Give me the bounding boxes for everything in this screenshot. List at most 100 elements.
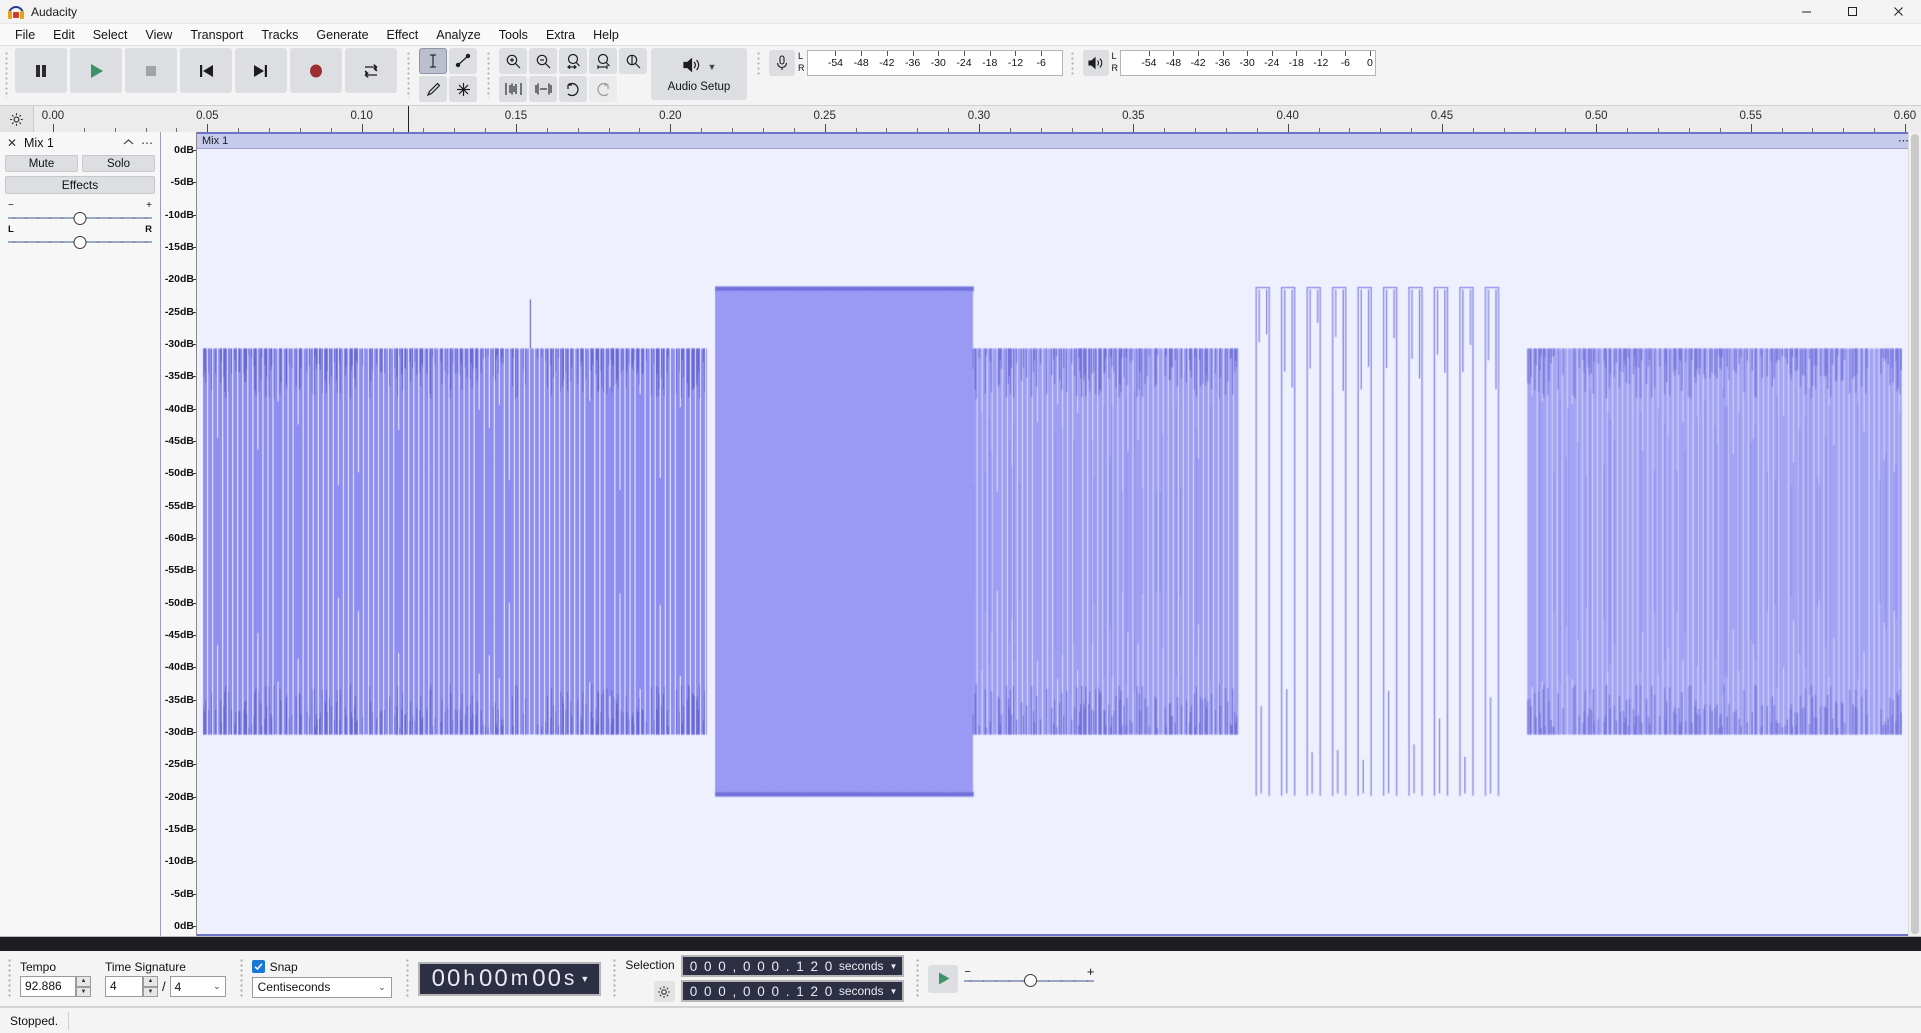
ts-numerator-stepper[interactable]: ▲ ▼	[143, 976, 158, 997]
menu-transport[interactable]: Transport	[181, 25, 252, 45]
ts-numerator-input[interactable]: 4	[105, 976, 143, 997]
tempo-stepper[interactable]: ▲ ▼	[76, 976, 91, 997]
undo-button[interactable]	[559, 76, 587, 102]
playhead-marker[interactable]	[407, 106, 409, 132]
loop-button[interactable]	[345, 48, 397, 93]
recording-meter-grip[interactable]	[755, 50, 765, 76]
playback-meter-scale: -54 -48 -42 -36 -30 -24 -18 -12 -6 0	[1120, 50, 1376, 76]
selection-options-gear-icon[interactable]	[653, 981, 675, 1002]
snap-unit-select[interactable]: Centiseconds ⌄	[251, 976, 392, 998]
track-area: ✕ Mix 1 ⋯ Mute Solo Effects − + L R 0dB …	[0, 132, 1921, 937]
play-at-speed-button[interactable]	[928, 964, 959, 993]
tools-toolbar-grip[interactable]	[405, 50, 415, 98]
tempo-input[interactable]: 92.886	[20, 976, 76, 997]
zoom-in-button[interactable]	[499, 48, 527, 74]
chevron-down-icon[interactable]: ▼	[890, 962, 898, 971]
vertical-db-ruler[interactable]: 0dB -5dB -10dB -15dB -20dB -25dB -30dB -35dB -40…	[161, 132, 197, 936]
chevron-down-icon[interactable]: ▼	[580, 974, 589, 984]
menu-generate[interactable]: Generate	[307, 25, 377, 45]
stop-button[interactable]	[125, 48, 177, 93]
db-ruler-label: -50dB	[164, 467, 194, 480]
pan-slider[interactable]: L R	[8, 225, 152, 249]
draw-tool[interactable]	[419, 76, 447, 102]
fit-selection-button[interactable]	[559, 48, 587, 74]
skip-to-end-button[interactable]	[235, 48, 287, 93]
menu-tools[interactable]: Tools	[490, 25, 537, 45]
play-at-speed-grip[interactable]	[914, 958, 925, 999]
gain-slider-knob[interactable]	[73, 212, 87, 225]
snap-unit-value: Centiseconds	[257, 980, 331, 994]
close-button[interactable]	[1875, 0, 1921, 24]
playback-meter-grip[interactable]	[1068, 50, 1079, 76]
tools-toolbar	[419, 48, 477, 102]
vertical-scrollbar[interactable]	[1908, 132, 1921, 936]
effects-button[interactable]: Effects	[5, 176, 155, 194]
playback-speed-slider[interactable]: − +	[964, 964, 1095, 990]
track-menu-dots-icon[interactable]: ⋯	[141, 136, 154, 150]
trim-audio-button[interactable]	[499, 76, 527, 102]
pause-button[interactable]	[15, 48, 67, 93]
timeline-ruler[interactable]: 0.00 0.05 0.10 0.15 0.20 0.25 0.30 0.35 0.40 0.45…	[34, 106, 1921, 132]
snap-checkbox[interactable]	[251, 960, 265, 973]
menu-edit[interactable]: Edit	[44, 25, 84, 45]
meter-tick-label: -12	[1313, 57, 1329, 69]
chevron-down-icon[interactable]: ▼	[890, 987, 898, 996]
silence-audio-button[interactable]	[529, 76, 557, 102]
skip-to-start-button[interactable]	[180, 48, 232, 93]
fit-project-button[interactable]	[589, 48, 617, 74]
edit-toolbar-grip[interactable]	[485, 50, 495, 98]
snapping-toolbar-grip[interactable]	[237, 958, 248, 999]
mute-button[interactable]: Mute	[5, 155, 78, 172]
toolbar-area: ▼ Audio Setup L R -54 -48 -42 -36 -30 -24 -18-…	[0, 46, 1921, 106]
envelope-tool[interactable]	[449, 48, 477, 74]
menu-extra[interactable]: Extra	[537, 25, 584, 45]
menu-help[interactable]: Help	[584, 25, 628, 45]
menu-tracks[interactable]: Tracks	[252, 25, 307, 45]
maximize-button[interactable]	[1829, 0, 1875, 24]
zoom-toggle-button[interactable]	[619, 48, 647, 74]
transport-toolbar-grip[interactable]	[3, 50, 13, 98]
menu-select[interactable]: Select	[84, 25, 137, 45]
horizontal-scroll-strip[interactable]	[0, 937, 1921, 951]
playback-meter[interactable]: L R -54 -48 -42 -36 -30 -24 -18 -12 -6 0	[1082, 48, 1376, 76]
redo-button[interactable]	[589, 76, 617, 102]
zoom-out-button[interactable]	[529, 48, 557, 74]
waveform-canvas-wrap[interactable]	[197, 149, 1919, 934]
pan-slider-knob[interactable]	[73, 236, 87, 249]
multi-tool[interactable]	[449, 76, 477, 102]
menu-effect[interactable]: Effect	[378, 25, 428, 45]
speed-min-label: −	[964, 965, 971, 978]
audio-position-grip[interactable]	[403, 958, 414, 999]
audio-position-minutes-unit: m	[510, 966, 529, 990]
timeline-options-gear-icon[interactable]	[0, 106, 34, 132]
audio-setup-button[interactable]: ▼ Audio Setup	[651, 48, 747, 100]
waveform-clip[interactable]: Mix 1 ⋯	[197, 132, 1921, 936]
clip-title-bar[interactable]: Mix 1 ⋯	[197, 134, 1919, 149]
menu-file[interactable]: File	[6, 25, 44, 45]
selection-start-field[interactable]: 0 0 0 , 0 0 0 . 1 2 0 seconds ▼	[680, 955, 905, 977]
play-button[interactable]	[70, 48, 122, 93]
menu-view[interactable]: View	[136, 25, 181, 45]
menu-analyze[interactable]: Analyze	[427, 25, 489, 45]
selection-toolbar-grip[interactable]	[611, 958, 622, 999]
ts-denominator-select[interactable]: 4 ⌄	[169, 976, 226, 997]
playback-speed-slider-knob[interactable]	[1024, 973, 1038, 987]
recording-meter[interactable]: L R -54 -48 -42 -36 -30 -24 -18 -12 -6	[769, 48, 1063, 76]
db-ruler-label: -10dB	[164, 208, 194, 221]
selection-tool[interactable]	[419, 48, 447, 74]
audio-position[interactable]: 00 h 00 m 00 s ▼	[417, 961, 602, 996]
track-name[interactable]: Mix 1	[24, 136, 54, 150]
ruler-label: 0.05	[196, 110, 219, 122]
record-button[interactable]	[290, 48, 342, 93]
minimize-button[interactable]	[1783, 0, 1829, 24]
chevron-up-icon[interactable]	[123, 138, 134, 149]
selection-end-field[interactable]: 0 0 0 , 0 0 0 . 1 2 0 seconds ▼	[680, 980, 905, 1002]
chevron-down-icon: ⌄	[378, 981, 386, 992]
vertical-scrollbar-thumb[interactable]	[1911, 134, 1919, 934]
waveform-canvas[interactable]	[197, 149, 1919, 934]
ruler-major-tick	[979, 124, 980, 132]
time-toolbar-grip[interactable]	[6, 958, 16, 999]
gain-slider[interactable]: − +	[8, 201, 152, 225]
close-track-icon[interactable]: ✕	[6, 136, 18, 150]
solo-button[interactable]: Solo	[82, 155, 155, 172]
